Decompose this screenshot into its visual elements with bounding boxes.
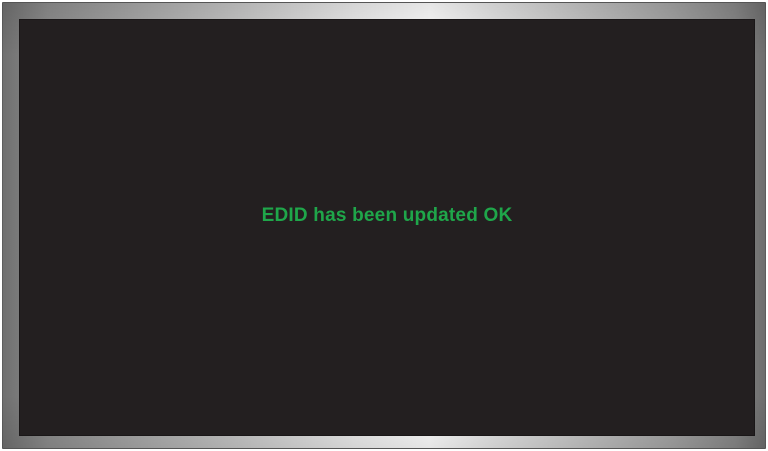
display-screen: EDID has been updated OK <box>19 19 755 436</box>
monitor-bezel: EDID has been updated OK <box>2 2 766 449</box>
status-message: EDID has been updated OK <box>261 205 513 226</box>
